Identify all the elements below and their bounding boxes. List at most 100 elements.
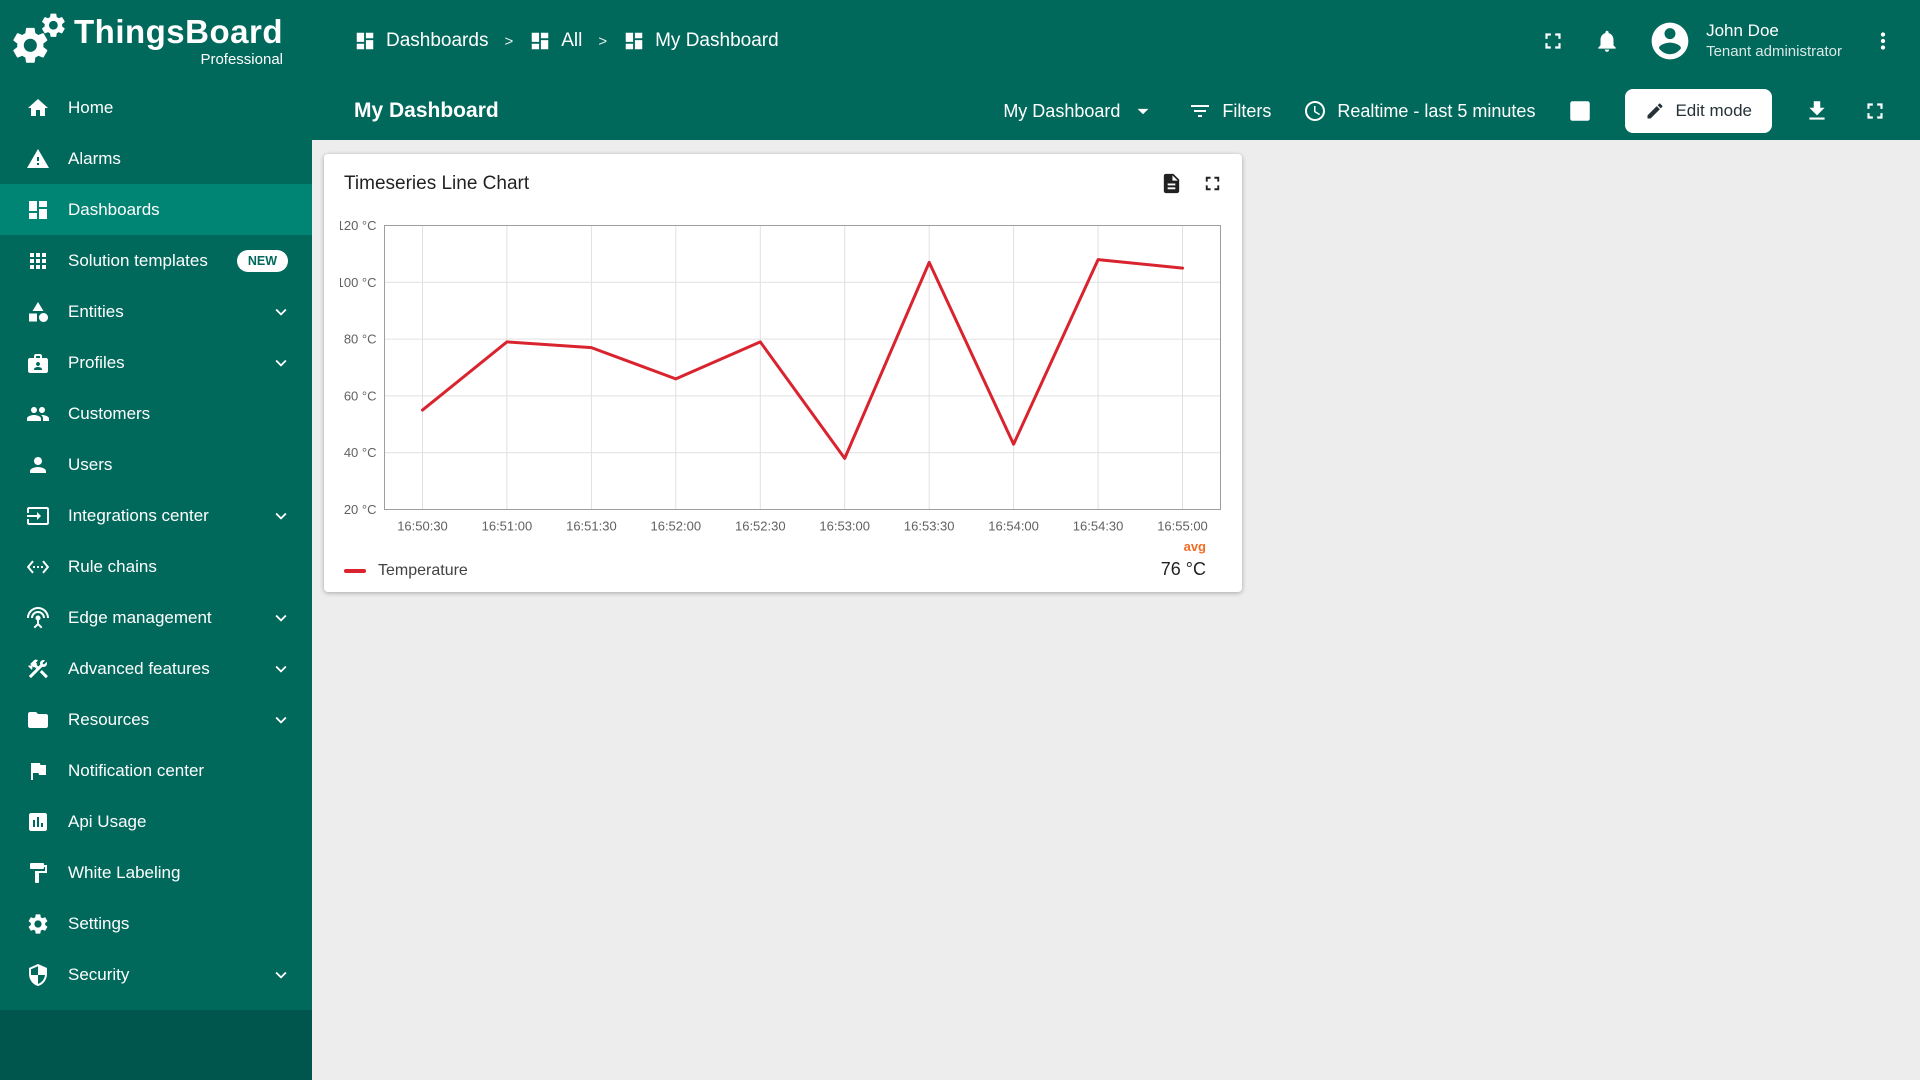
user-avatar[interactable] — [1648, 19, 1692, 63]
sidebar-item-rule-chains[interactable]: Rule chains — [0, 541, 312, 592]
svg-text:80 °C: 80 °C — [344, 332, 377, 347]
edit-mode-label: Edit mode — [1675, 101, 1752, 120]
svg-text:16:53:30: 16:53:30 — [904, 519, 955, 534]
legend-avg-label: avg — [1183, 539, 1206, 554]
sidebar-item-white-labeling[interactable]: White Labeling — [0, 847, 312, 898]
svg-text:40 °C: 40 °C — [344, 445, 377, 460]
warning-icon — [26, 147, 50, 171]
sidebar-item-label: Solution templates — [68, 250, 208, 270]
construction-icon — [26, 657, 50, 681]
svg-text:16:52:00: 16:52:00 — [650, 519, 701, 534]
sidebar: ThingsBoard Professional Home Alarms Dashb… — [0, 0, 312, 1080]
badge-icon — [26, 351, 50, 375]
breadcrumb-separator: > — [598, 32, 608, 50]
folder-icon — [26, 708, 50, 732]
svg-text:16:51:00: 16:51:00 — [482, 519, 533, 534]
chevron-down-icon — [270, 607, 292, 629]
sidebar-item-label: White Labeling — [68, 862, 181, 882]
edit-mode-button[interactable]: Edit mode — [1625, 89, 1772, 133]
paint-icon — [26, 861, 50, 885]
sidebar-item-solution-templates[interactable]: Solution templates NEW — [0, 235, 312, 286]
breadcrumb-item-0[interactable]: Dashboards — [354, 30, 488, 52]
sidebar-item-label: Users — [68, 454, 113, 474]
dashboard-toolbar: My Dashboard My Dashboard Filters Realti… — [312, 82, 1920, 140]
export-widget-data-button[interactable] — [1160, 172, 1183, 195]
svg-text:16:52:30: 16:52:30 — [735, 519, 786, 534]
dashboard-select[interactable]: My Dashboard — [1003, 98, 1156, 124]
toolbar-fullscreen-button[interactable] — [1862, 98, 1888, 124]
chevron-down-icon — [270, 964, 292, 986]
breadcrumb-label: All — [561, 30, 583, 51]
dashboard-icon — [26, 198, 50, 222]
sidebar-item-api-usage[interactable]: Api Usage — [0, 796, 312, 847]
breadcrumb-item-2[interactable]: My Dashboard — [623, 30, 779, 52]
category-icon — [26, 300, 50, 324]
sidebar-item-label: Resources — [68, 709, 150, 729]
svg-text:60 °C: 60 °C — [344, 388, 377, 403]
fullscreen-icon — [1205, 176, 1220, 191]
clock-icon — [1305, 101, 1326, 121]
settings-icon — [26, 912, 50, 936]
sidebar-item-edge-management[interactable]: Edge management — [0, 592, 312, 643]
sidebar-item-home[interactable]: Home — [0, 82, 312, 133]
svg-text:100 °C: 100 °C — [340, 275, 377, 290]
sidebar-item-label: Rule chains — [68, 556, 157, 576]
legend-item-temperature[interactable]: Temperature — [344, 562, 468, 580]
download-dashboard-button[interactable] — [1804, 98, 1830, 124]
sidebar-item-settings[interactable]: Settings — [0, 898, 312, 949]
notifications-button[interactable] — [1594, 28, 1620, 54]
dashboard-icon — [623, 30, 645, 52]
person-icon — [26, 453, 50, 477]
file-export-icon — [1163, 173, 1180, 194]
dashboard-image-button[interactable] — [1567, 98, 1593, 124]
timewindow-label: Realtime - last 5 minutes — [1337, 100, 1536, 121]
sidebar-item-users[interactable]: Users — [0, 439, 312, 490]
sidebar-item-label: Entities — [68, 301, 124, 321]
chart-area: 120 °C 100 °C 80 °C 60 °C 40 °C 20 °C 16:50:30… — [324, 195, 1242, 535]
chevron-down-icon — [270, 709, 292, 731]
people-icon — [26, 402, 50, 426]
home-icon — [26, 96, 50, 120]
sidebar-item-label: Profiles — [68, 352, 125, 372]
dashboard-select-value: My Dashboard — [1003, 100, 1121, 121]
sidebar-item-entities[interactable]: Entities — [0, 286, 312, 337]
filters-label: Filters — [1222, 100, 1272, 121]
user-info: John Doe Tenant administrator — [1706, 20, 1842, 62]
sidebar-item-profiles[interactable]: Profiles — [0, 337, 312, 388]
kebab-icon — [1880, 32, 1886, 50]
more-menu-button[interactable] — [1870, 28, 1896, 54]
chart-icon — [26, 810, 50, 834]
chart-legend: Temperature avg 76 °C — [324, 535, 1242, 592]
sidebar-item-integrations-center[interactable]: Integrations center — [0, 490, 312, 541]
timewindow-button[interactable]: Realtime - last 5 minutes — [1303, 99, 1535, 123]
sidebar-item-customers[interactable]: Customers — [0, 388, 312, 439]
legend-series-label: Temperature — [378, 562, 468, 579]
thingsboard-logo[interactable]: ThingsBoard Professional — [0, 0, 312, 82]
sidebar-item-label: Edge management — [68, 607, 212, 627]
logo-title: ThingsBoard — [74, 12, 283, 50]
sidebar-item-label: Api Usage — [68, 811, 147, 831]
toolbar-actions: My Dashboard Filters Realtime - last 5 m… — [1003, 89, 1888, 133]
chevron-down-icon — [270, 658, 292, 680]
sidebar-item-resources[interactable]: Resources — [0, 694, 312, 745]
svg-text:16:54:00: 16:54:00 — [988, 519, 1039, 534]
svg-text:16:53:00: 16:53:00 — [819, 519, 870, 534]
sidebar-item-label: Dashboards — [68, 199, 160, 219]
account-circle-icon — [1651, 22, 1689, 60]
chevron-down-icon — [270, 301, 292, 323]
sidebar-item-label: Settings — [68, 913, 130, 933]
security-icon — [26, 963, 50, 987]
top-header: Dashboards > All > My Dashboard John Doe Ten… — [312, 0, 1920, 82]
breadcrumb-item-1[interactable]: All — [529, 30, 582, 52]
sidebar-item-advanced-features[interactable]: Advanced features — [0, 643, 312, 694]
dashboard-icon — [354, 30, 376, 52]
sidebar-item-dashboards[interactable]: Dashboards — [0, 184, 312, 235]
fullscreen-button[interactable] — [1540, 28, 1566, 54]
sidebar-item-alarms[interactable]: Alarms — [0, 133, 312, 184]
sidebar-item-security[interactable]: Security — [0, 949, 312, 1000]
widget-fullscreen-button[interactable] — [1201, 172, 1224, 195]
timeseries-chart[interactable]: 120 °C 100 °C 80 °C 60 °C 40 °C 20 °C 16:50:30… — [340, 217, 1226, 535]
sidebar-item-notification-center[interactable]: Notification center — [0, 745, 312, 796]
timeseries-widget-card: Timeseries Line Chart 120 °C 100 °C 80 °C 6… — [324, 154, 1242, 592]
filters-button[interactable]: Filters — [1188, 99, 1271, 123]
